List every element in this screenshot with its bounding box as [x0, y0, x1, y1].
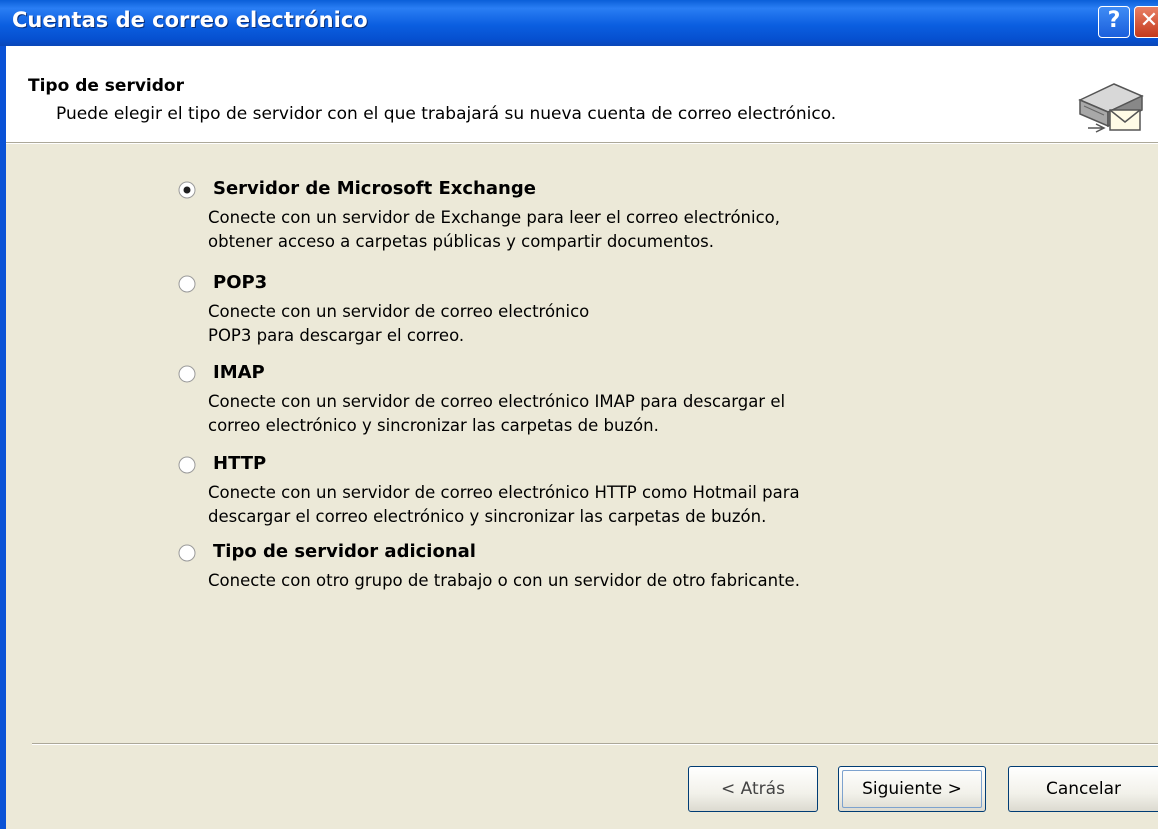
option-http[interactable]: HTTP Conecte con un servidor de correo e…: [178, 453, 938, 537]
footer-separator: [32, 743, 1158, 745]
mail-server-icon: [1078, 83, 1144, 133]
option-description-line: POP3 para descargar el correo.: [208, 326, 465, 345]
option-description: Conecte con un servidor de correo electr…: [208, 390, 785, 438]
option-description-line: obtener acceso a carpetas públicas y com…: [208, 232, 715, 251]
close-icon: ✕: [1139, 8, 1158, 33]
radio-imap[interactable]: [178, 365, 196, 383]
option-pop3[interactable]: POP3 Conecte con un servidor de correo e…: [178, 272, 938, 356]
radio-additional-server[interactable]: [178, 544, 196, 562]
close-button[interactable]: ✕: [1134, 6, 1158, 38]
option-label: POP3: [213, 272, 268, 293]
option-exchange[interactable]: Servidor de Microsoft Exchange Conecte c…: [178, 178, 938, 262]
option-description-line: descargar el correo electrónico y sincro…: [208, 507, 767, 526]
page-title: Tipo de servidor: [28, 76, 184, 96]
option-additional-server[interactable]: Tipo de servidor adicional Conecte con o…: [178, 541, 938, 601]
option-imap[interactable]: IMAP Conecte con un servidor de correo e…: [178, 362, 938, 446]
option-label: Tipo de servidor adicional: [213, 541, 476, 562]
option-description-line: Conecte con un servidor de correo electr…: [208, 483, 800, 502]
help-icon: ?: [1107, 8, 1121, 33]
help-button[interactable]: ?: [1098, 6, 1130, 38]
page-subtitle: Puede elegir el tipo de servidor con el …: [56, 104, 837, 124]
email-accounts-dialog: Cuentas de correo electrónico ? ✕ Tipo d…: [0, 0, 1158, 829]
cancel-button[interactable]: Cancelar: [1008, 766, 1158, 812]
option-description-line: Conecte con otro grupo de trabajo o con …: [208, 571, 800, 590]
next-button[interactable]: Siguiente >: [838, 766, 986, 812]
option-label: Servidor de Microsoft Exchange: [213, 178, 536, 199]
radio-http[interactable]: [178, 456, 196, 474]
option-description: Conecte con un servidor de correo electr…: [208, 300, 589, 348]
option-description-line: Conecte con un servidor de correo electr…: [208, 302, 590, 321]
radio-pop3[interactable]: [178, 275, 196, 293]
window-frame-left: [0, 46, 6, 829]
option-description: Conecte con otro grupo de trabajo o con …: [208, 569, 800, 593]
window-title: Cuentas de correo electrónico: [12, 8, 368, 32]
wizard-header: Tipo de servidor Puede elegir el tipo de…: [6, 46, 1158, 142]
next-button-label: Siguiente >: [842, 770, 982, 808]
header-separator: [6, 142, 1158, 144]
back-button[interactable]: < Atrás: [688, 766, 818, 812]
option-description: Conecte con un servidor de correo electr…: [208, 481, 800, 529]
option-label: HTTP: [213, 453, 267, 474]
option-description-line: Conecte con un servidor de Exchange para…: [208, 208, 780, 227]
option-description-line: correo electrónico y sincronizar las car…: [208, 416, 659, 435]
option-description: Conecte con un servidor de Exchange para…: [208, 206, 780, 254]
option-description-line: Conecte con un servidor de correo electr…: [208, 392, 786, 411]
option-label: IMAP: [213, 362, 265, 383]
title-bar[interactable]: Cuentas de correo electrónico ? ✕: [0, 0, 1158, 46]
radio-exchange[interactable]: [178, 181, 196, 199]
